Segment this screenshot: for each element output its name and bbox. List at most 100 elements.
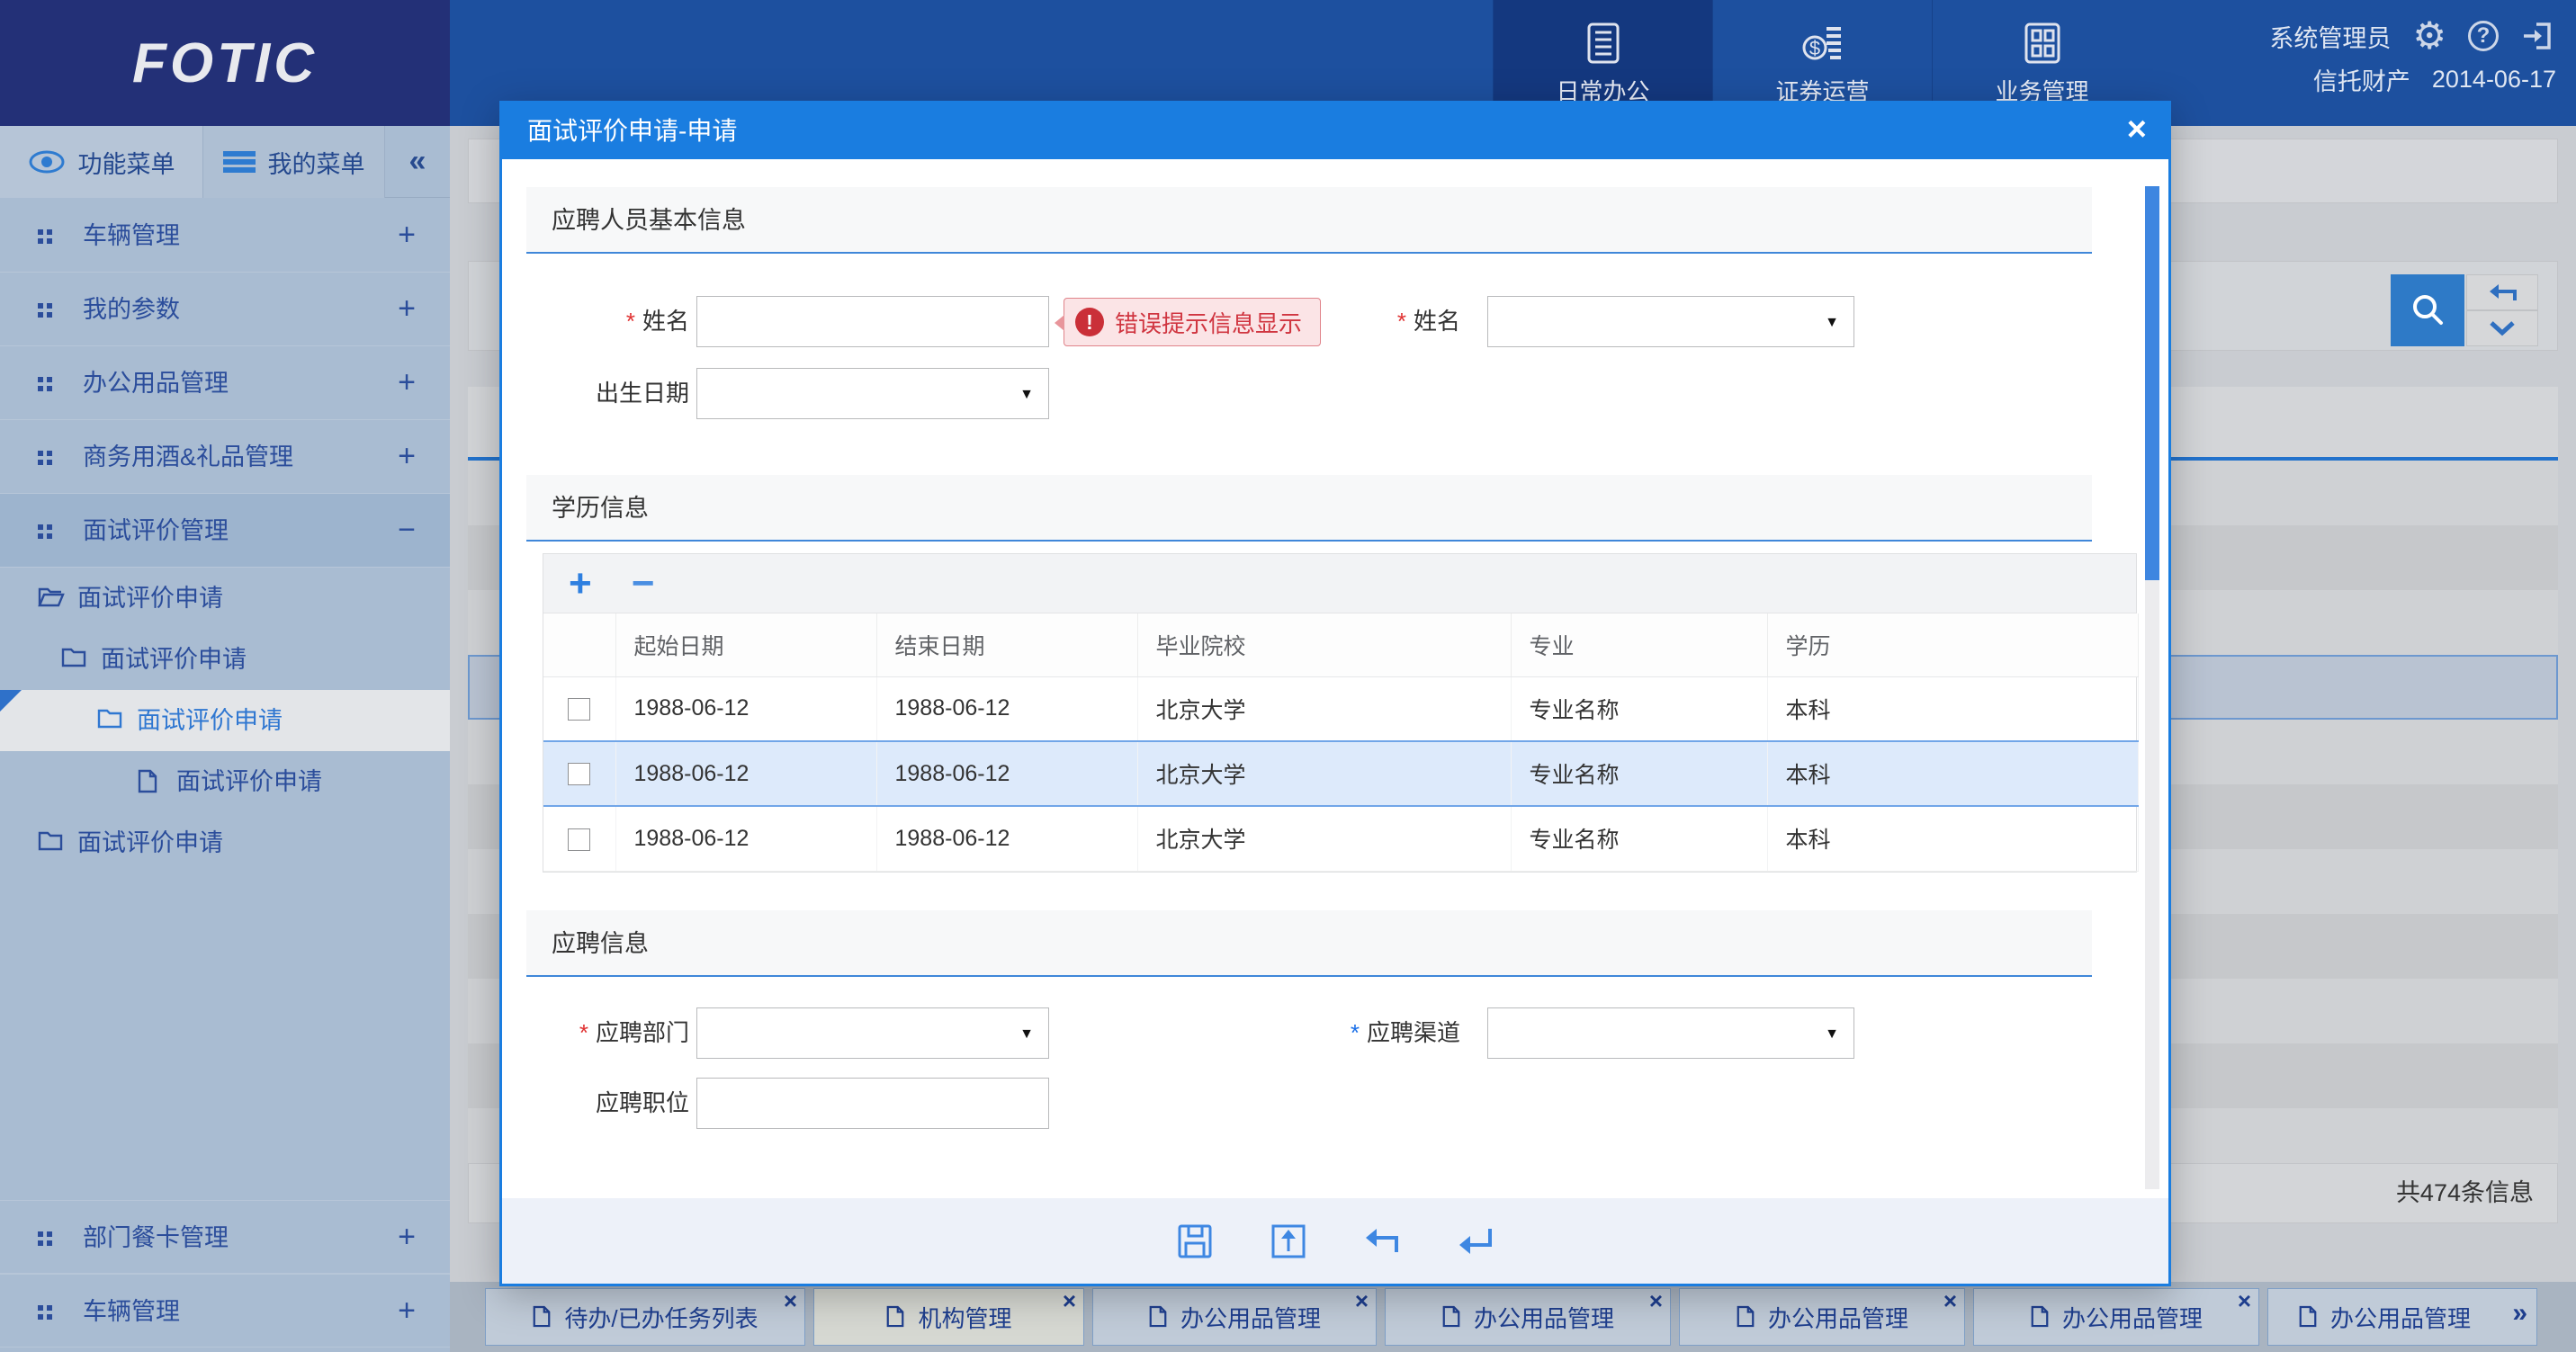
close-icon[interactable]: × (2127, 111, 2147, 148)
bottom-tab-office-supplies-2[interactable]: 办公用品管理 × (1385, 1288, 1671, 1346)
dropdown-arrow-icon: ▼ (1825, 1026, 1839, 1043)
org-line: 信托财产 2014-06-17 (2269, 59, 2556, 99)
sidebar-item-interview-evaluation[interactable]: 面试评价管理 − (0, 494, 450, 568)
bottom-tab-office-supplies-4[interactable]: 办公用品管理 × (1973, 1288, 2259, 1346)
reset-button[interactable] (2466, 274, 2538, 310)
folder-icon (38, 830, 63, 852)
enter-icon[interactable] (1455, 1221, 1496, 1262)
table-header-row: 起始日期 结束日期 毕业院校 专业 学历 (543, 613, 2138, 676)
grid-dots-icon (38, 451, 52, 465)
tree-item-interview-apply-l4[interactable]: 面试评价申请 (0, 751, 450, 812)
undo-icon[interactable] (1361, 1221, 1403, 1262)
grid-dots-icon (38, 377, 52, 391)
svg-text:$: $ (1809, 37, 1819, 59)
save-icon[interactable] (1174, 1221, 1216, 1262)
bottom-tab-org-management[interactable]: 机构管理 × (813, 1288, 1084, 1346)
close-icon[interactable]: × (1063, 1287, 1076, 1315)
birthdate-select[interactable]: ▼ (696, 368, 1049, 419)
collapse-icon[interactable]: − (398, 494, 416, 568)
sidebar-collapse-button[interactable]: « (385, 126, 450, 197)
bottom-tab-office-supplies-3[interactable]: 办公用品管理 × (1679, 1288, 1965, 1346)
remove-row-button[interactable]: − (632, 566, 655, 602)
folder-open-icon (38, 586, 65, 609)
interview-apply-dialog: 面试评价申请-申请 × 应聘人员基本信息 *姓名 ! 错误提示信息显示 *姓名 … (499, 101, 2171, 1286)
grid-dots-icon (38, 1305, 52, 1320)
folder-icon (61, 647, 86, 668)
tree-item-interview-apply-selected[interactable]: 面试评价申请 (0, 690, 450, 751)
expand-icon[interactable]: + (398, 1275, 416, 1348)
required-mark: * (626, 308, 635, 335)
bottom-tab-office-supplies-1[interactable]: 办公用品管理 × (1092, 1288, 1377, 1346)
row-checkbox[interactable] (568, 828, 590, 851)
folder-icon (97, 708, 122, 730)
dropdown-arrow-icon: ▼ (1019, 1026, 1034, 1043)
gear-icon[interactable]: ⚙ (2412, 17, 2446, 55)
row-checkbox[interactable] (568, 763, 590, 785)
tree-item-interview-apply-l1[interactable]: 面试评价申请 (0, 568, 450, 629)
error-icon: ! (1075, 308, 1104, 336)
name-input[interactable] (696, 296, 1049, 347)
sidebar-item-vehicle-management[interactable]: 车辆管理 + (0, 199, 450, 273)
close-icon[interactable]: × (1943, 1287, 1957, 1315)
scrollbar-thumb[interactable] (2145, 186, 2159, 580)
tree-item-interview-apply-l5[interactable]: 面试评价申请 (0, 812, 450, 873)
name-select[interactable]: ▼ (1487, 296, 1854, 347)
brand-logo-text: FOTIC (132, 31, 318, 95)
sidebar-item-business-wine-gifts[interactable]: 商务用酒&礼品管理 + (0, 420, 450, 494)
submit-icon[interactable] (1268, 1221, 1309, 1262)
sidebar-item-my-parameters[interactable]: 我的参数 + (0, 273, 450, 346)
sidebar-menu: 车辆管理 + 我的参数 + 办公用品管理 + 商务用酒&礼品管理 + 面试评价管… (0, 199, 450, 873)
apply-channel-label: *应聘渠道 (1285, 1007, 1460, 1059)
apply-position-input[interactable] (696, 1078, 1049, 1129)
search-icon (2408, 291, 2447, 330)
required-mark: * (579, 1019, 588, 1046)
tab-my-menu[interactable]: 我的菜单 (203, 126, 385, 198)
bottom-tab-task-list[interactable]: 待办/已办任务列表 × (485, 1288, 805, 1346)
expand-icon[interactable]: + (398, 273, 416, 346)
section-apply-info: 应聘信息 (526, 910, 2092, 977)
apply-dept-select[interactable]: ▼ (696, 1007, 1049, 1059)
eye-icon (28, 149, 66, 175)
expand-icon[interactable]: + (398, 1201, 416, 1275)
expand-search-button[interactable] (2466, 310, 2538, 346)
close-icon[interactable]: × (2238, 1287, 2251, 1315)
bottom-tab-office-supplies-5[interactable]: 办公用品管理 » (2267, 1288, 2537, 1346)
apply-channel-select[interactable]: ▼ (1487, 1007, 1854, 1059)
grid-dots-icon (38, 229, 52, 244)
user-name: 系统管理员 (2269, 19, 2391, 54)
document-icon (1441, 1305, 1461, 1329)
sidebar: 功能菜单 我的菜单 « 车辆管理 + 我的参数 + (0, 126, 450, 1352)
dialog-titlebar[interactable]: 面试评价申请-申请 × (502, 103, 2168, 159)
tab-label: 功能菜单 (78, 145, 175, 180)
close-icon[interactable]: × (784, 1287, 797, 1315)
education-grid: + − 起始日期 结束日期 毕业院校 专业 学历 (543, 553, 2137, 873)
tree-item-interview-apply-l2[interactable]: 面试评价申请 (0, 629, 450, 690)
close-icon[interactable]: × (1355, 1287, 1369, 1315)
expand-icon[interactable]: + (398, 420, 416, 494)
expand-icon[interactable]: + (398, 346, 416, 420)
add-row-button[interactable]: + (569, 564, 592, 604)
sidebar-item-office-supplies[interactable]: 办公用品管理 + (0, 346, 450, 420)
required-mark: * (1397, 308, 1406, 335)
tab-overflow-icon[interactable]: » (2512, 1298, 2527, 1329)
row-checkbox[interactable] (568, 698, 590, 721)
dialog-body: 应聘人员基本信息 *姓名 ! 错误提示信息显示 *姓名 ▼ 出生日期 ▼ 学历信… (502, 159, 2168, 1284)
expand-icon[interactable]: + (398, 199, 416, 273)
table-row[interactable]: 1988-06-12 1988-06-12 北京大学 专业名称 本科 (543, 676, 2138, 741)
sidebar-item-dining-card[interactable]: 部门餐卡管理 + (0, 1200, 450, 1274)
undo-icon (2486, 281, 2518, 304)
close-icon[interactable]: × (1649, 1287, 1663, 1315)
table-row-selected[interactable]: 1988-06-12 1988-06-12 北京大学 专业名称 本科 (543, 741, 2138, 806)
search-button[interactable] (2391, 274, 2464, 346)
name-label: *姓名 (538, 296, 689, 347)
help-icon[interactable]: ? (2468, 21, 2499, 51)
table-row[interactable]: 1988-06-12 1988-06-12 北京大学 专业名称 本科 (543, 806, 2138, 871)
document-icon (532, 1305, 552, 1329)
document-icon (885, 1305, 905, 1329)
dialog-scrollbar[interactable] (2145, 186, 2159, 1189)
dialog-title: 面试评价申请-申请 (527, 103, 737, 159)
tab-function-menu[interactable]: 功能菜单 (0, 126, 203, 198)
chevron-down-icon (2489, 320, 2516, 336)
logout-icon[interactable] (2520, 18, 2556, 54)
sidebar-item-vehicle-management-2[interactable]: 车辆管理 + (0, 1274, 450, 1348)
